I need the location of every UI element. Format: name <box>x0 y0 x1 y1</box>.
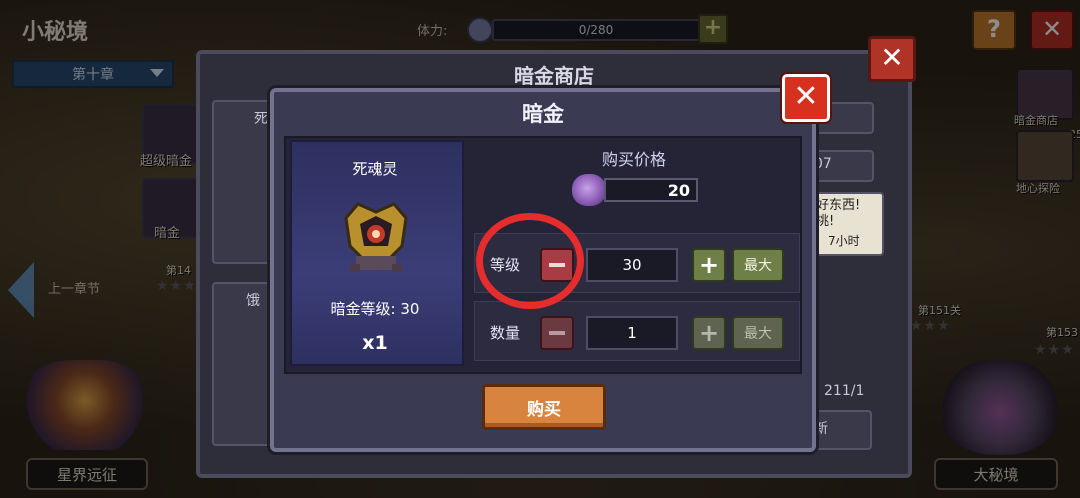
dialog-title: 暗金 <box>522 102 564 126</box>
item-level-label: 暗金等级: 30 <box>330 300 420 318</box>
shop-close-button[interactable]: ✕ <box>868 36 916 82</box>
shop-bg-text: 7小时 <box>828 234 860 248</box>
price-value: 20 <box>604 178 698 202</box>
quantity-label: 数量 <box>490 324 521 342</box>
item-quantity-label: x1 <box>362 332 388 354</box>
quantity-increase-button[interactable]: + <box>692 316 726 350</box>
quantity-value[interactable]: 1 <box>586 316 678 350</box>
shop-bg-text: 211/1 <box>824 383 865 399</box>
item-helmet-icon <box>344 202 408 272</box>
buy-button[interactable]: 购买 <box>482 384 606 430</box>
item-name: 死魂灵 <box>352 160 398 178</box>
quantity-decrease-button[interactable] <box>540 316 574 350</box>
level-value[interactable]: 30 <box>586 248 678 282</box>
dialog-close-button[interactable]: ✕ <box>782 74 830 122</box>
currency-icon <box>572 174 606 206</box>
price-label: 购买价格 <box>601 150 666 169</box>
shop-bg-text: 饿 <box>246 293 260 309</box>
shop-bg-text: 新 <box>814 421 828 437</box>
highlight-annotation-circle <box>476 213 584 309</box>
minus-icon <box>549 331 565 335</box>
level-increase-button[interactable]: + <box>692 248 726 282</box>
level-max-button[interactable]: 最大 <box>732 248 784 282</box>
shop-bg-text: 死 <box>254 111 268 127</box>
shop-bg-text: 挑! <box>816 214 835 229</box>
shop-bg-text: 07 <box>814 156 832 172</box>
quantity-max-button[interactable]: 最大 <box>732 316 784 350</box>
